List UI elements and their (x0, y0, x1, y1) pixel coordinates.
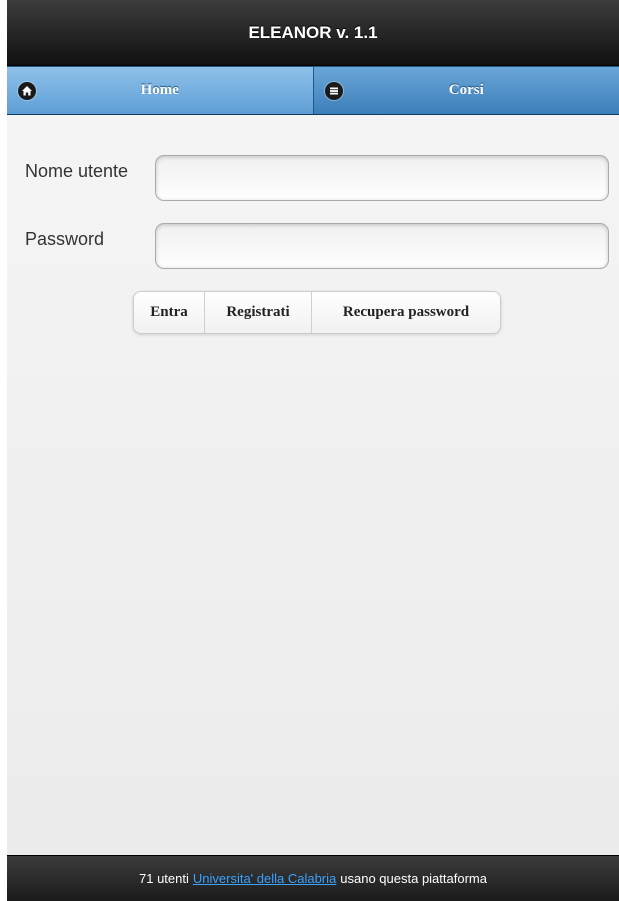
register-button[interactable]: Registrati (205, 292, 312, 333)
recover-password-button[interactable]: Recupera password (312, 292, 500, 333)
footer-prefix: 71 utenti (139, 871, 189, 886)
nav-home-label: Home (140, 82, 179, 98)
university-link[interactable]: Universita' della Calabria (193, 871, 336, 886)
password-label: Password (25, 229, 105, 249)
nav-item-corsi[interactable]: Corsi (313, 67, 619, 114)
app-page: ELEANOR v. 1.1 Home Corsi Nome utente Pa… (7, 0, 619, 901)
action-button-group: Entra Registrati Recupera password (133, 291, 501, 334)
password-row: Password (7, 223, 619, 271)
username-row: Nome utente (7, 155, 619, 203)
login-button[interactable]: Entra (134, 292, 205, 333)
username-label: Nome utente (25, 161, 129, 181)
footer-suffix: usano questa piattaforma (340, 871, 487, 886)
home-icon (18, 81, 36, 100)
page-footer: 71 utenti Universita' della Calabria usa… (7, 855, 619, 901)
navbar: Home Corsi (7, 66, 619, 115)
nav-corsi-label: Corsi (448, 82, 484, 98)
app-title: ELEANOR v. 1.1 (248, 23, 378, 42)
password-input[interactable] (155, 223, 609, 269)
nav-item-home[interactable]: Home (7, 67, 314, 114)
list-icon (324, 81, 343, 100)
username-input[interactable] (155, 155, 609, 201)
page-header: ELEANOR v. 1.1 (7, 0, 619, 66)
